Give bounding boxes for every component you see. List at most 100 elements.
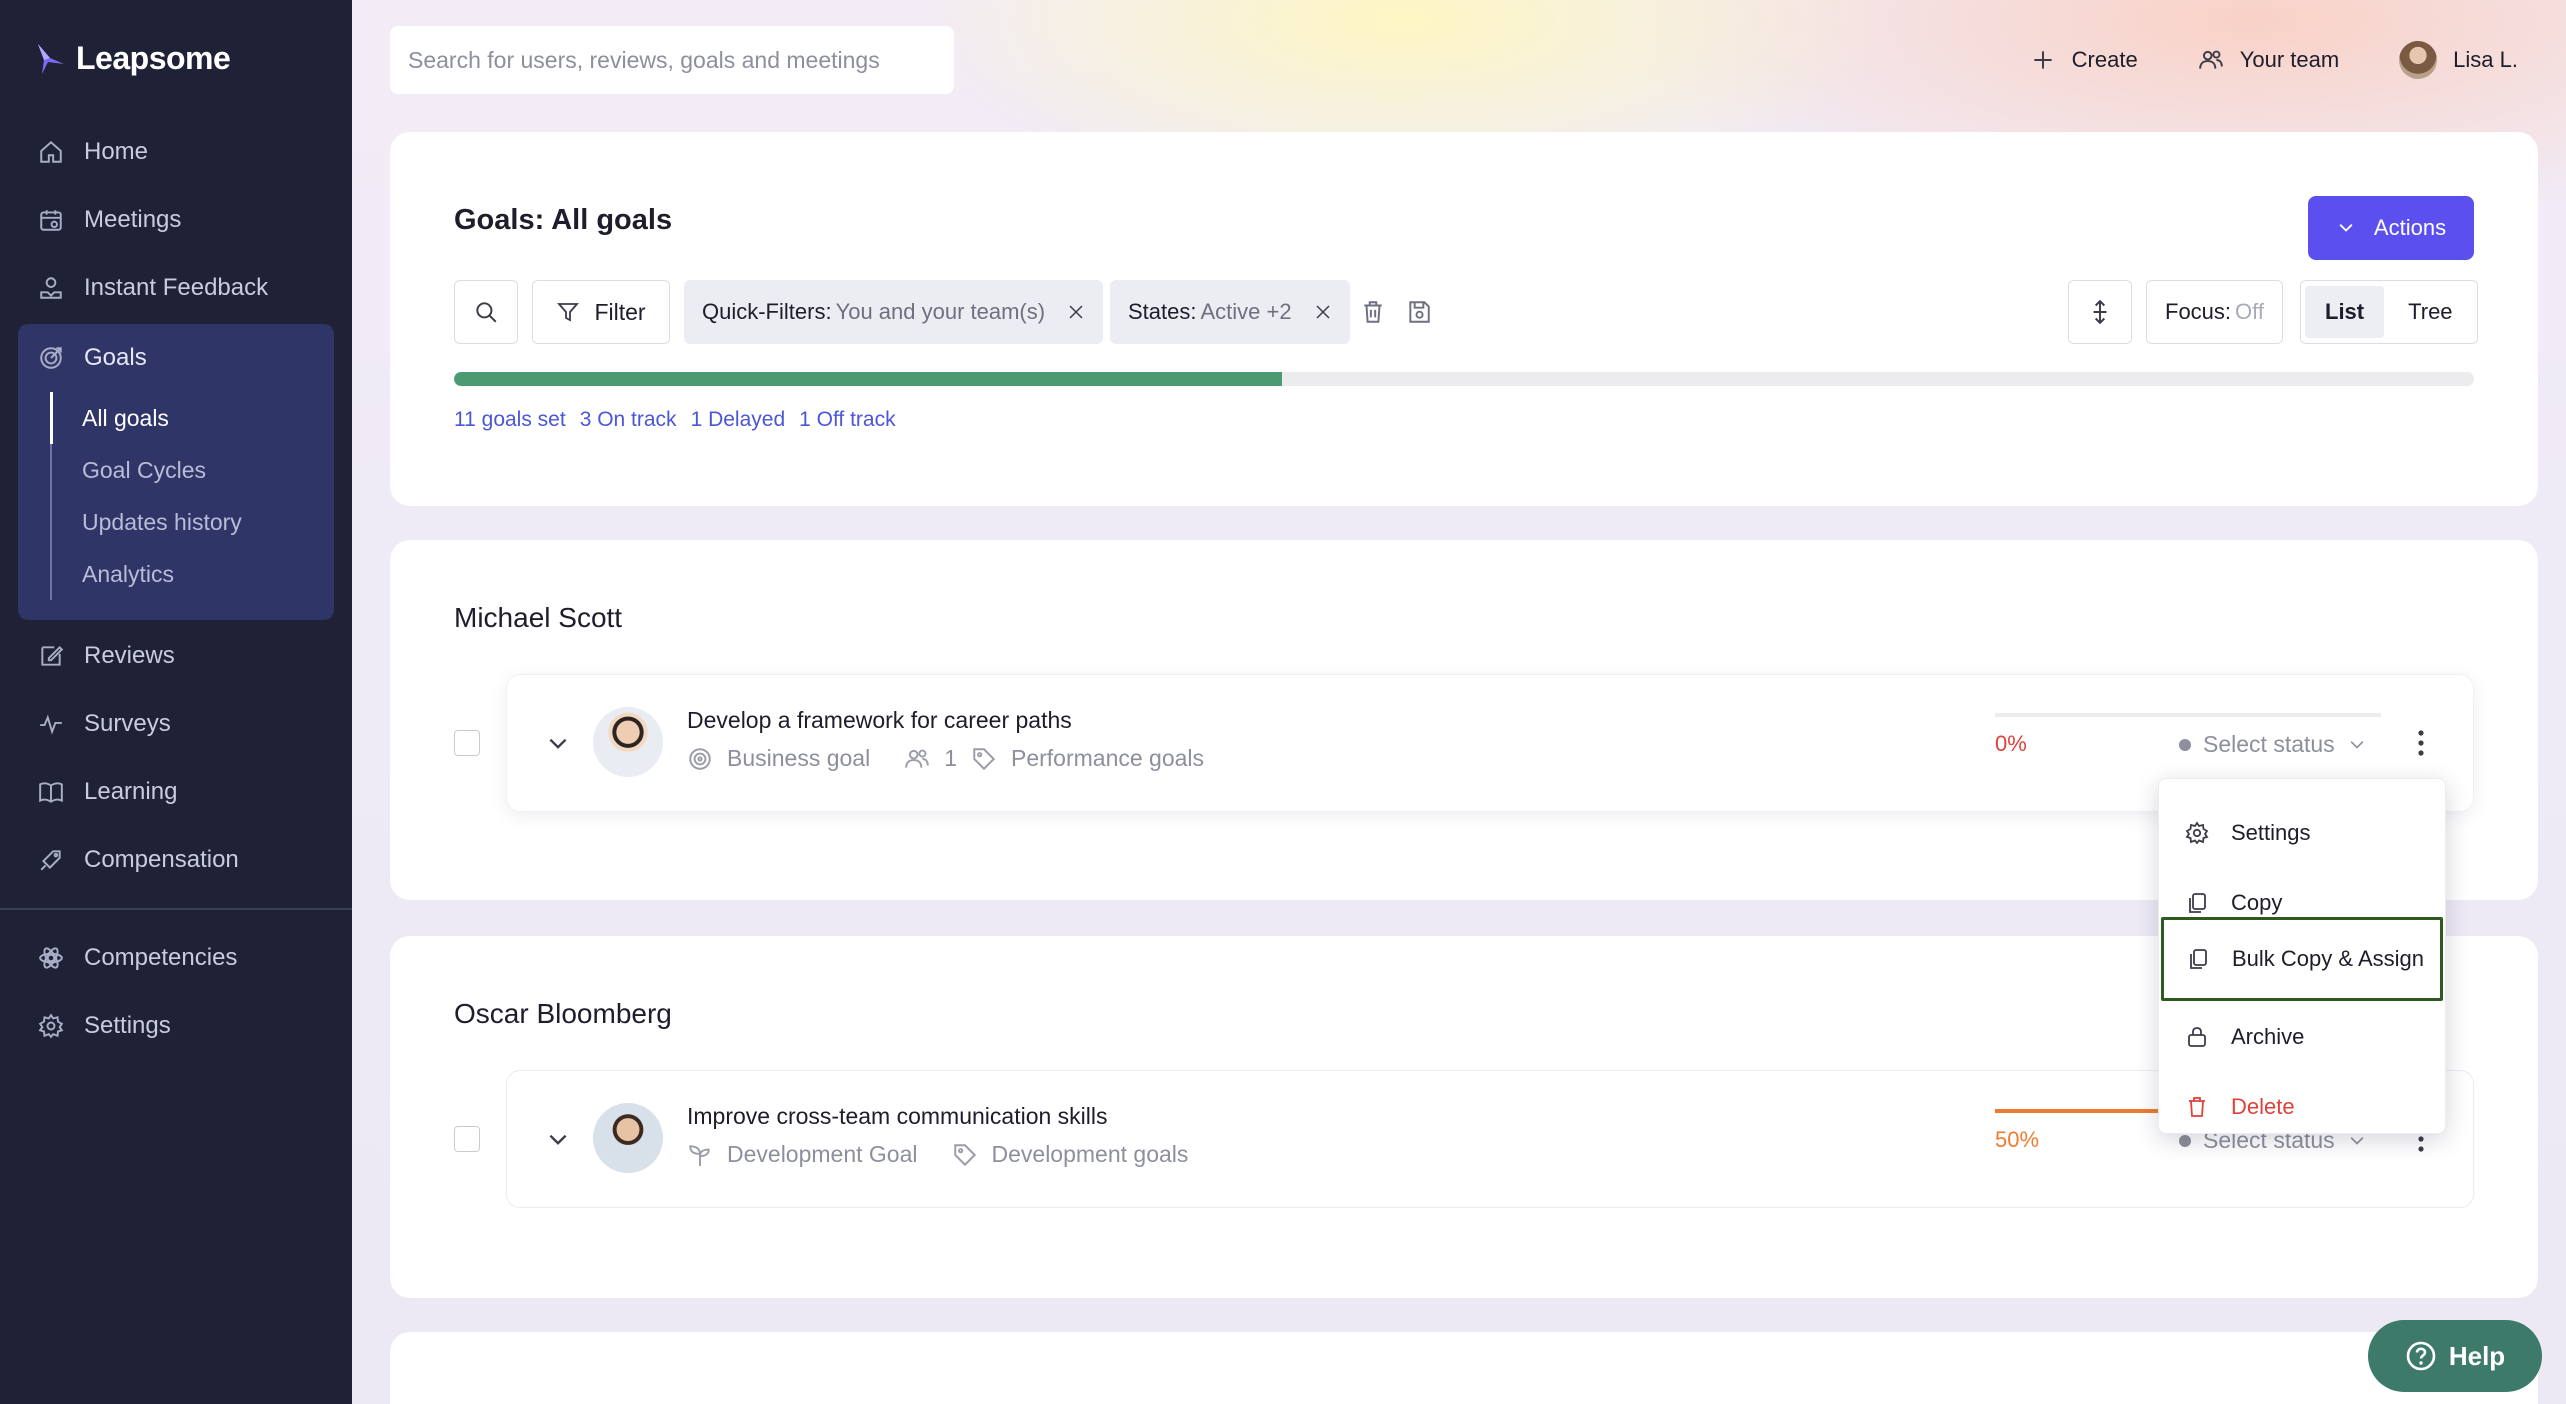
sidebar-item-compensation[interactable]: Compensation xyxy=(18,826,334,894)
sidebar-item-learning[interactable]: Learning xyxy=(18,758,334,826)
team-icon xyxy=(2198,50,2223,69)
search-button[interactable] xyxy=(454,280,518,344)
sidebar-goals-group: Goals All goals Goal Cycles Updates hist… xyxy=(18,324,334,620)
sidebar-item-instant-feedback[interactable]: Instant Feedback xyxy=(18,254,334,322)
stat-off-track[interactable]: 1 Off track xyxy=(799,408,895,432)
leapsome-logo-icon xyxy=(38,43,64,74)
filter-toolbar: Filter Quick-Filters: You and your team(… xyxy=(454,280,2478,344)
status-dot xyxy=(2179,738,2191,751)
sidebar-item-reviews[interactable]: Reviews xyxy=(18,622,334,690)
status-select[interactable]: Select status xyxy=(2179,731,2367,758)
sidebar-item-label: Goals xyxy=(84,344,147,371)
search-input[interactable]: Search for users, reviews, goals and mee… xyxy=(390,26,954,94)
goal-context-menu: Settings Copy Bulk Copy & Assign Archive… xyxy=(2158,778,2446,1134)
book-icon xyxy=(39,782,63,803)
app-name: Leapsome xyxy=(76,40,231,76)
goal-title[interactable]: Improve cross-team communication skills xyxy=(687,1103,1108,1130)
chevron-down-icon[interactable] xyxy=(545,1127,571,1153)
menu-item-archive[interactable]: Archive xyxy=(2163,1003,2441,1071)
actions-button[interactable]: Actions xyxy=(2308,196,2474,260)
copy-icon xyxy=(2190,949,2207,969)
close-icon[interactable] xyxy=(1067,303,1085,321)
sidebar-item-label: Compensation xyxy=(84,846,239,873)
meetings-icon xyxy=(40,210,62,231)
create-label: Create xyxy=(2071,47,2138,72)
view-toggle: List Tree xyxy=(2300,280,2478,344)
stat-goals-set[interactable]: 11 goals set xyxy=(454,408,566,432)
sidebar-subitem-analytics[interactable]: Analytics xyxy=(52,548,334,600)
user-avatar xyxy=(2399,41,2438,79)
goals-icon xyxy=(40,347,62,369)
team-icon xyxy=(905,749,930,768)
trash-icon[interactable] xyxy=(1360,298,1386,326)
view-list-option[interactable]: List xyxy=(2305,286,2385,338)
chevron-down-icon xyxy=(2350,740,2364,749)
help-button[interactable]: Help xyxy=(2368,1320,2542,1392)
search-placeholder: Search for users, reviews, goals and mee… xyxy=(408,46,880,73)
trash-icon xyxy=(2189,1097,2205,1117)
goal-category: Development goals xyxy=(991,1141,1189,1167)
goals-header-card: Goals: All goals Actions Filter Quick-Fi… xyxy=(390,132,2538,506)
chevron-down-icon xyxy=(2339,224,2353,232)
sidebar-item-surveys[interactable]: Surveys xyxy=(18,690,334,758)
goal-title[interactable]: Develop a framework for career paths xyxy=(687,707,1072,734)
sidebar-item-home[interactable]: Home xyxy=(18,118,334,186)
sidebar-item-competencies[interactable]: Competencies xyxy=(18,924,334,992)
menu-item-settings[interactable]: Settings xyxy=(2163,799,2441,867)
save-icon[interactable] xyxy=(1406,298,1432,326)
owner-group-next xyxy=(390,1332,2538,1404)
help-icon xyxy=(2406,1341,2436,1371)
page-title: Goals: All goals xyxy=(454,204,673,236)
focus-label: Focus: xyxy=(2165,299,2232,324)
owner-name: Oscar Bloomberg xyxy=(454,998,672,1029)
menu-item-label: Copy xyxy=(2231,890,2283,915)
create-button[interactable]: Create xyxy=(2030,47,2138,73)
close-icon[interactable] xyxy=(1314,303,1332,321)
sidebar-subitem-updates-history[interactable]: Updates history xyxy=(52,496,334,548)
goal-meta: Development Goal Development goals xyxy=(687,1141,1188,1168)
tag-icon xyxy=(953,1143,976,1166)
sidebar-item-label: Competencies xyxy=(84,944,238,971)
owner-avatar xyxy=(593,1103,663,1173)
states-chip[interactable]: States: Active +2 xyxy=(1110,280,1350,344)
your-team-button[interactable]: Your team xyxy=(2198,47,2339,73)
competencies-icon xyxy=(39,947,63,969)
expand-collapse-button[interactable] xyxy=(2068,280,2132,344)
your-team-label: Your team xyxy=(2239,47,2340,72)
goal-type: Development Goal xyxy=(727,1141,918,1167)
goal-progress-percent: 50% xyxy=(1995,1127,2040,1152)
sidebar-item-label: Reviews xyxy=(84,642,175,669)
sidebar-item-label: Instant Feedback xyxy=(84,274,269,301)
stat-delayed[interactable]: 1 Delayed xyxy=(691,408,786,432)
goal-checkbox[interactable] xyxy=(454,730,480,756)
view-tree-option[interactable]: Tree xyxy=(2388,286,2472,338)
sidebar-item-goals[interactable]: Goals xyxy=(18,324,334,392)
sidebar-item-meetings[interactable]: Meetings xyxy=(18,186,334,254)
leapsome-logo[interactable]: Leapsome xyxy=(36,40,231,77)
menu-item-delete[interactable]: Delete xyxy=(2163,1073,2441,1141)
menu-item-bulk-copy-assign[interactable]: Bulk Copy & Assign xyxy=(2161,917,2443,1001)
sidebar-item-settings[interactable]: Settings xyxy=(18,992,334,1060)
help-label: Help xyxy=(2448,1340,2506,1371)
chevron-down-icon[interactable] xyxy=(545,731,571,757)
goals-submenu: All goals Goal Cycles Updates history An… xyxy=(50,392,334,600)
goal-checkbox[interactable] xyxy=(454,1126,480,1152)
goal-stats: 11 goals set 3 On track 1 Delayed 1 Off … xyxy=(454,408,896,432)
quick-filters-chip[interactable]: Quick-Filters: You and your team(s) xyxy=(684,280,1104,344)
more-options-icon[interactable] xyxy=(2411,725,2431,761)
sidebar-item-label: Settings xyxy=(84,1012,171,1039)
focus-toggle[interactable]: Focus: Off xyxy=(2146,280,2283,344)
surveys-icon xyxy=(40,714,62,735)
goal-meta: Business goal 1 Performance goals xyxy=(687,745,1204,772)
target-icon xyxy=(689,747,711,770)
lock-icon xyxy=(2188,1027,2206,1047)
filter-button[interactable]: Filter xyxy=(532,280,670,344)
stat-on-track[interactable]: 3 On track xyxy=(580,408,677,432)
sidebar-subitem-goal-cycles[interactable]: Goal Cycles xyxy=(52,444,334,496)
gear-icon xyxy=(38,1013,64,1039)
sidebar-subitem-all-goals[interactable]: All goals xyxy=(50,392,334,444)
user-menu[interactable]: Lisa L. xyxy=(2399,41,2518,79)
gear-icon xyxy=(2185,821,2209,845)
actions-label: Actions xyxy=(2373,215,2447,240)
focus-value: Off xyxy=(2235,299,2264,324)
